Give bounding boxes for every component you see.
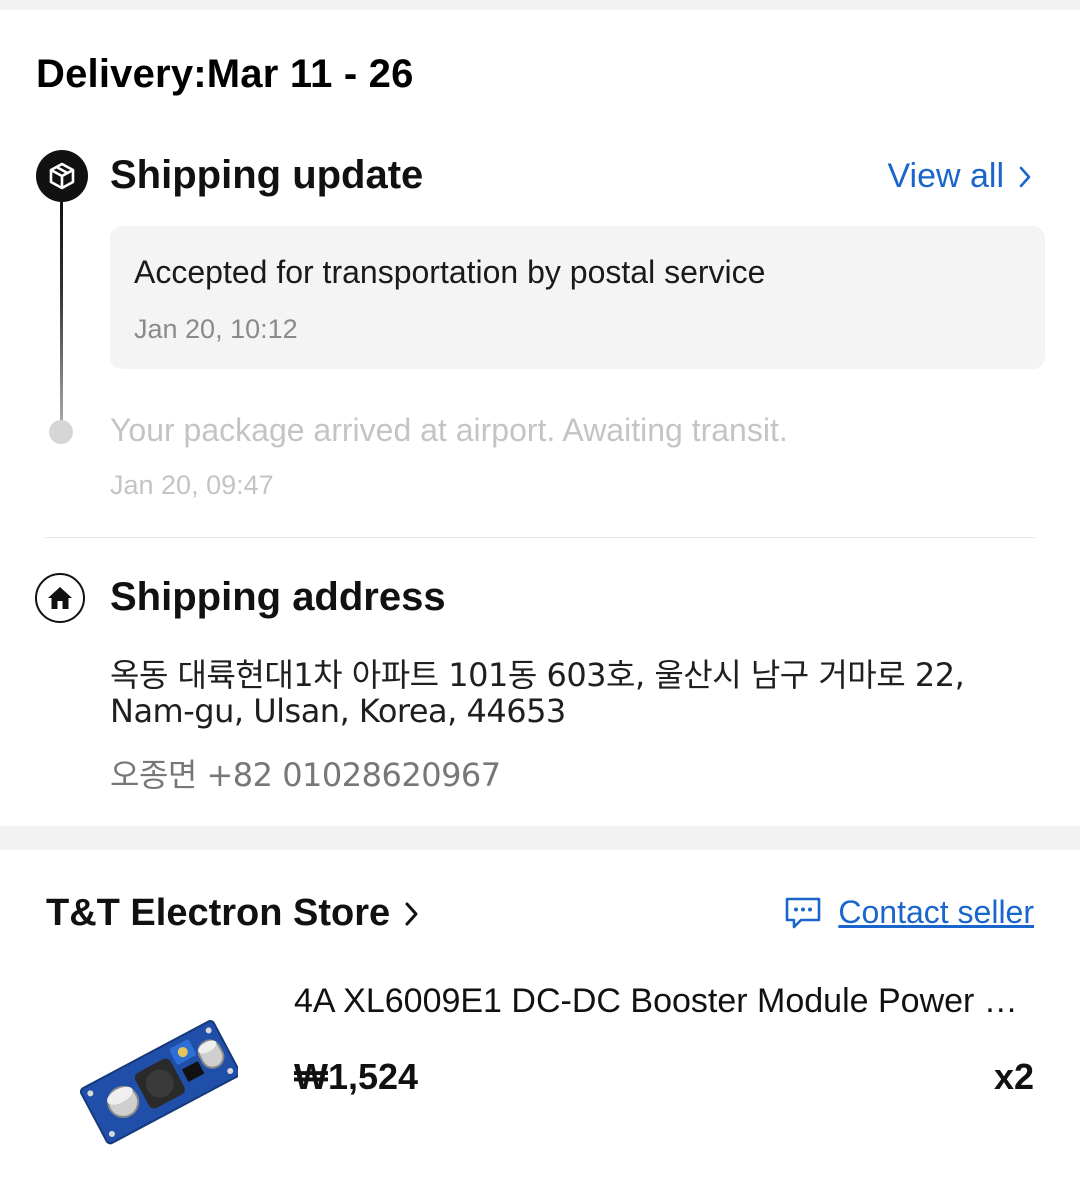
contact-seller-label: Contact seller <box>838 894 1034 930</box>
store-name: T&T Electron Store <box>46 892 391 934</box>
product-image[interactable] <box>78 1010 238 1150</box>
latest-shipping-event: Accepted for transportation by postal se… <box>110 226 1045 369</box>
view-all-link[interactable]: View all <box>887 157 1032 196</box>
home-icon <box>35 573 85 623</box>
event-text: Accepted for transportation by postal se… <box>134 254 766 290</box>
shipping-update-title: Shipping update <box>110 153 424 197</box>
delivery-date-title: Delivery:Mar 11 - 26 <box>36 52 414 96</box>
view-all-label: View all <box>887 157 1004 195</box>
chevron-right-icon <box>1019 166 1031 187</box>
product-price: ₩1,524 <box>294 1056 419 1097</box>
contact-seller-button[interactable]: Contact seller <box>784 894 1034 931</box>
package-icon <box>36 150 88 202</box>
recipient-contact: 오종면 +82 01028620967 <box>110 756 501 794</box>
event-time: Jan 20, 10:12 <box>134 314 298 344</box>
delivery-card: Delivery:Mar 11 - 26 Shipping update Vie… <box>0 10 1080 826</box>
shipping-address-title: Shipping address <box>110 575 446 619</box>
chat-icon <box>786 897 821 928</box>
address-line-2: Nam-gu, Ulsan, Korea, 44653 <box>110 692 566 730</box>
store-card: T&T Electron Store Contact seller 4A XL6… <box>0 850 1080 1188</box>
timeline-dot <box>49 420 73 444</box>
timeline-line <box>60 202 63 424</box>
event-time: Jan 20, 09:47 <box>110 470 274 500</box>
product-quantity: x2 <box>993 1056 1034 1097</box>
product-title[interactable]: 4A XL6009E1 DC-DC Booster Module Power S… <box>294 982 1034 1021</box>
divider <box>45 537 1035 538</box>
address-line-1: 옥동 대륙현대1차 아파트 101동 603호, 울산시 남구 거마로 22, <box>110 656 965 694</box>
store-link[interactable]: T&T Electron Store <box>46 892 420 935</box>
chevron-right-icon <box>405 902 418 925</box>
event-text: Your package arrived at airport. Awaitin… <box>110 412 788 448</box>
